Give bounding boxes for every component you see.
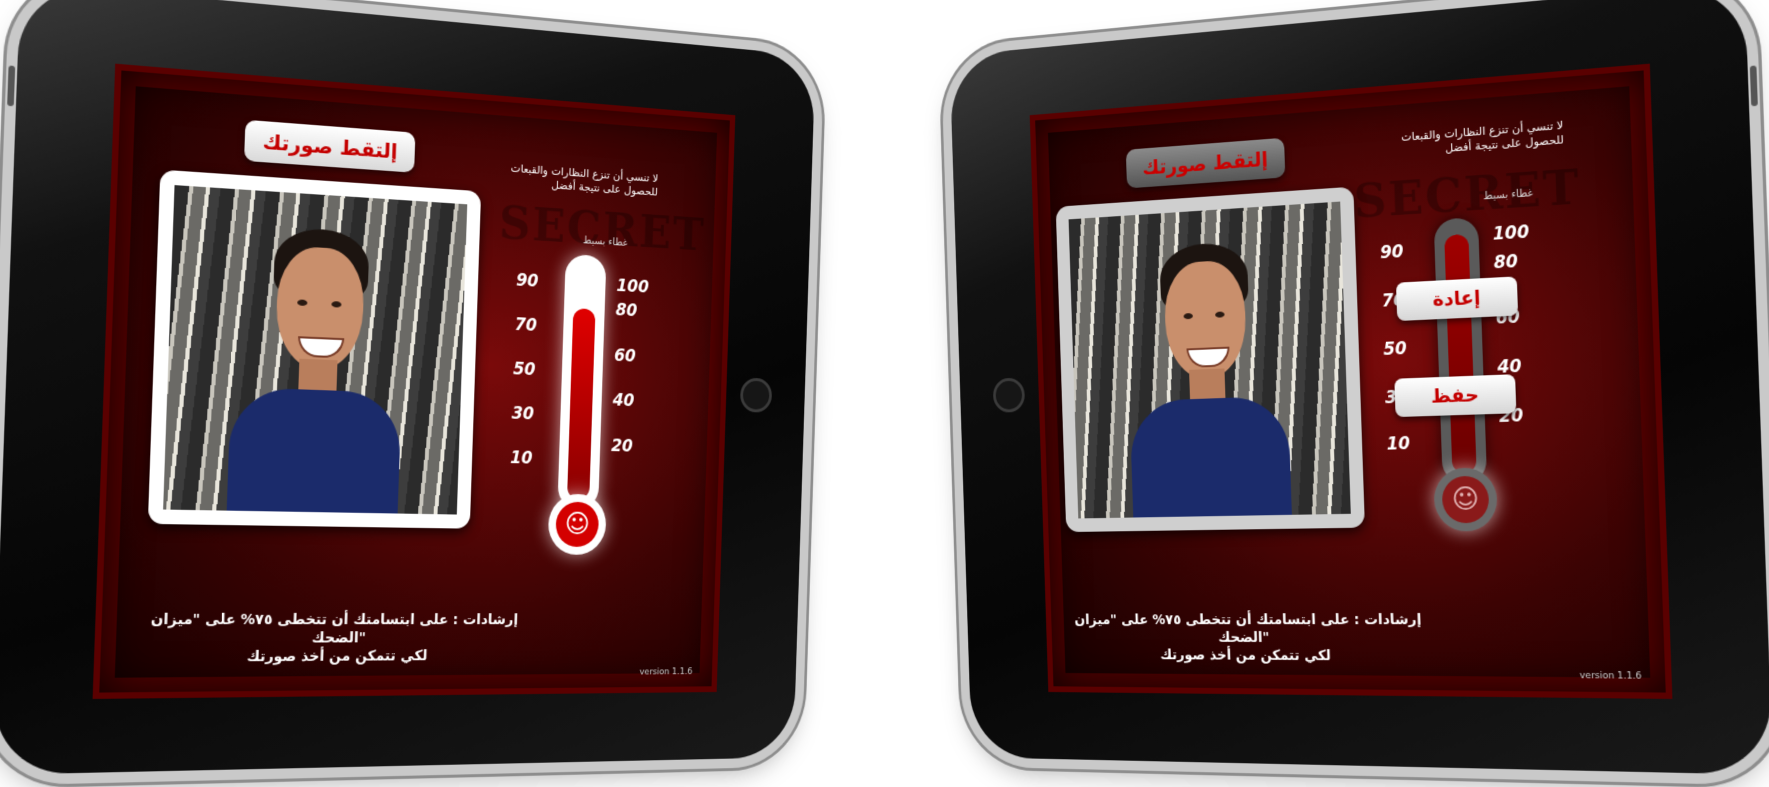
tablet-left: SECRET إلتقط صورتك لا تنسي أن تنزع النظا…	[0, 0, 816, 775]
user-photo	[1124, 227, 1292, 518]
smile-meter-fill	[1444, 233, 1477, 474]
version-label: version 1.1.6	[639, 667, 693, 678]
user-photo	[226, 212, 408, 514]
background-text: SECRET	[1352, 158, 1582, 229]
smile-meter	[557, 253, 607, 510]
retry-button[interactable]: إعادة	[1395, 276, 1519, 322]
home-button[interactable]	[992, 377, 1026, 413]
tablet-right: SECRET إلتقط صورتك لا تنسي أن تنزع النظا…	[949, 0, 1769, 775]
camera-preview	[163, 185, 468, 515]
smile-meter-bulb: ☺	[547, 493, 607, 556]
save-button[interactable]: حفظ	[1394, 374, 1517, 418]
volume-button	[1749, 65, 1758, 107]
background-text: SECRET	[498, 195, 707, 262]
photo-frame	[1055, 186, 1365, 533]
instructions-text: إرشادات : على ابتسامتك أن تتخطى ٧٥% على …	[150, 611, 519, 666]
take-photo-button[interactable]: إلتقط صورتك	[1125, 137, 1286, 189]
smile-meter-fill	[567, 308, 596, 500]
smiley-icon: ☺	[1441, 475, 1490, 524]
tips-text: لا تنسي أن تنزع النظارات والقبعات للحصول…	[1400, 118, 1564, 155]
home-button[interactable]	[739, 377, 773, 413]
version-label: version 1.1.6	[1579, 670, 1642, 682]
app-screen-left: SECRET إلتقط صورتك لا تنسي أن تنزع النظا…	[92, 63, 736, 699]
take-photo-button[interactable]: إلتقط صورتك	[244, 119, 416, 173]
smile-meter-bulb: ☺	[1433, 467, 1498, 532]
smiley-icon: ☺	[555, 501, 600, 548]
volume-button	[7, 65, 16, 107]
tips-text: لا تنسي أن تنزع النظارات والقبعات للحصول…	[510, 161, 659, 199]
app-screen-right: SECRET إلتقط صورتك لا تنسي أن تنزع النظا…	[1029, 63, 1673, 699]
instructions-text: إرشادات : على ابتسامتك أن تتخطى ٧٥% على …	[1074, 611, 1422, 665]
photo-frame	[147, 169, 482, 529]
camera-preview	[1068, 201, 1351, 519]
smile-meter	[1433, 217, 1488, 484]
